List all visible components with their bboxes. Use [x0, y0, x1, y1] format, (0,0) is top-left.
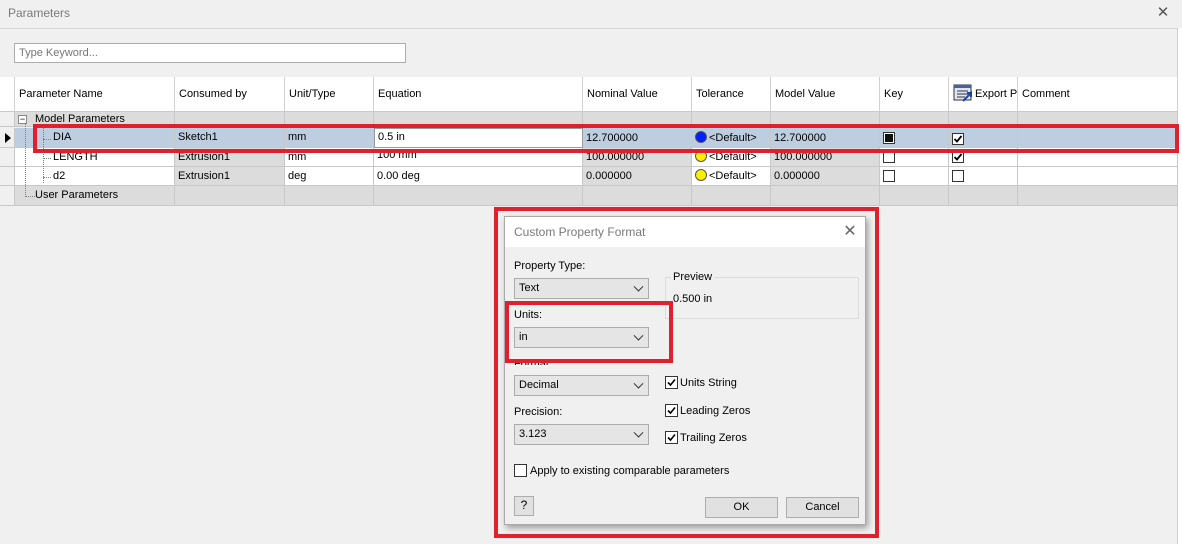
equation-cell[interactable]: 0.00 deg	[374, 167, 583, 186]
row-selector[interactable]	[0, 148, 15, 167]
header-comment[interactable]: Comment	[1018, 77, 1178, 112]
tree-line	[43, 177, 51, 178]
header-key[interactable]: Key	[880, 77, 949, 112]
row-selector[interactable]	[0, 112, 15, 127]
empty-cell	[692, 186, 771, 206]
annotation-highlight-dialog	[494, 207, 879, 538]
search-input[interactable]	[14, 43, 406, 63]
header-parameter-name[interactable]: Parameter Name	[15, 77, 175, 112]
group-label-user: User Parameters	[15, 186, 175, 206]
annotation-highlight-units	[505, 301, 673, 363]
header-consumed-by[interactable]: Consumed by	[175, 77, 285, 112]
tree-line	[25, 196, 35, 197]
title-separator	[0, 28, 1177, 29]
table-row[interactable]: d2 Extrusion1 deg 0.00 deg 0.000000 <Def…	[0, 167, 1178, 186]
window-title: Parameters	[8, 6, 71, 20]
empty-cell	[374, 186, 583, 206]
row-selector[interactable]	[0, 167, 15, 186]
tolerance-value: <Default>	[709, 170, 757, 182]
empty-cell	[285, 186, 374, 206]
current-row-arrow-icon	[5, 133, 11, 143]
parameter-name-cell[interactable]: d2	[15, 167, 175, 186]
nominal-value-cell: 0.000000	[583, 167, 692, 186]
row-selector[interactable]	[0, 186, 15, 206]
key-checkbox[interactable]	[883, 170, 895, 182]
export-parameters-icon	[953, 83, 973, 103]
empty-cell	[583, 186, 692, 206]
header-row-selector	[0, 77, 15, 112]
unit-cell[interactable]: deg	[285, 167, 374, 186]
tolerance-indicator-icon	[695, 169, 707, 181]
empty-cell	[771, 186, 880, 206]
header-unit-type[interactable]: Unit/Type	[285, 77, 374, 112]
header-equation[interactable]: Equation	[374, 77, 583, 112]
export-checkbox[interactable]	[952, 170, 964, 182]
header-export[interactable]: Export P	[949, 77, 1018, 112]
header-nominal-value[interactable]: Nominal Value	[583, 77, 692, 112]
tolerance-cell[interactable]: <Default>	[692, 167, 771, 186]
header-tolerance[interactable]: Tolerance	[692, 77, 771, 112]
tree-line	[43, 158, 51, 159]
close-icon[interactable]: ✕	[1152, 3, 1174, 23]
empty-cell	[175, 186, 285, 206]
group-row-user-parameters[interactable]: User Parameters	[0, 186, 1178, 206]
empty-cell	[880, 186, 949, 206]
model-value-cell: 0.000000	[771, 167, 880, 186]
header-model-value[interactable]: Model Value	[771, 77, 880, 112]
tree-line	[25, 123, 26, 197]
key-cell	[880, 167, 949, 186]
consumed-by-cell: Extrusion1	[175, 167, 285, 186]
row-selector[interactable]	[0, 128, 15, 148]
comment-cell[interactable]	[1018, 167, 1178, 186]
empty-cell	[949, 186, 1018, 206]
annotation-highlight-dia-row	[33, 124, 1179, 153]
header-export-label: Export P	[975, 88, 1018, 100]
export-cell	[949, 167, 1018, 186]
empty-cell	[1018, 186, 1178, 206]
